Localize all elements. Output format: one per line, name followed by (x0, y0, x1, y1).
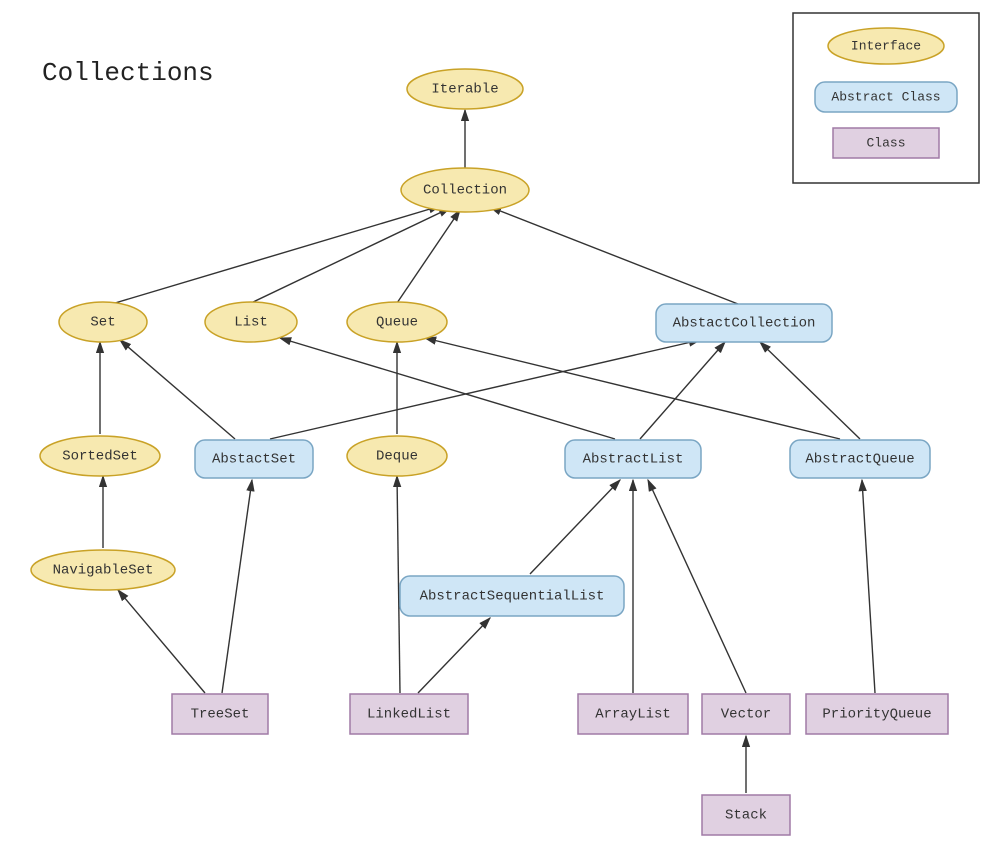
legend: Interface Abstract Class Class (793, 13, 979, 183)
node-linkedlist-label: LinkedList (367, 707, 451, 723)
edge-abstractlist-abstractcollection (640, 342, 725, 439)
node-arraylist-label: ArrayList (595, 707, 671, 723)
node-abstractcollection: AbstactCollection (656, 304, 832, 342)
legend-abstract-label: Abstract Class (831, 89, 940, 104)
legend-class-label: Class (866, 135, 905, 150)
node-navigableset-label: NavigableSet (53, 563, 154, 579)
legend-interface-label: Interface (851, 38, 921, 53)
node-abstractset: AbstactSet (195, 440, 313, 478)
node-priorityqueue: PriorityQueue (806, 694, 948, 734)
node-abstractqueue-label: AbstractQueue (805, 452, 914, 468)
node-navigableset: NavigableSet (31, 550, 175, 590)
diagram-title: Collections (42, 58, 214, 88)
node-stack-label: Stack (725, 808, 767, 824)
node-sortedset: SortedSet (40, 436, 160, 476)
edge-treeset-abstractset (222, 480, 252, 693)
node-queue-label: Queue (376, 315, 418, 331)
edge-vector-abstractlist (648, 480, 746, 693)
node-abstractsequentiallist: AbstractSequentialList (400, 576, 624, 616)
edge-queue-collection (397, 210, 460, 303)
node-list-label: List (234, 315, 268, 331)
legend-abstract: Abstract Class (815, 82, 957, 112)
node-abstractlist: AbstractList (565, 440, 701, 478)
node-abstractsequentiallist-label: AbstractSequentialList (420, 589, 605, 605)
node-arraylist: ArrayList (578, 694, 688, 734)
legend-interface: Interface (828, 28, 944, 64)
edge-set-collection (115, 206, 440, 303)
edge-treeset-navigableset (118, 590, 205, 693)
node-abstractqueue: AbstractQueue (790, 440, 930, 478)
node-linkedlist: LinkedList (350, 694, 468, 734)
node-set-label: Set (90, 315, 115, 331)
node-deque-label: Deque (376, 449, 418, 465)
node-abstractlist-label: AbstractList (583, 452, 684, 468)
node-iterable: Iterable (407, 69, 523, 109)
legend-class: Class (833, 128, 939, 158)
edge-priorityqueue-abstractqueue (862, 480, 875, 693)
node-set: Set (59, 302, 147, 342)
node-treeset-label: TreeSet (191, 707, 250, 723)
node-deque: Deque (347, 436, 447, 476)
edge-abstractsequentiallist-abstractlist (530, 480, 620, 574)
node-queue: Queue (347, 302, 447, 342)
collections-diagram: Collections Interface Abstract Class Cla… (0, 0, 994, 857)
node-priorityqueue-label: PriorityQueue (822, 707, 931, 723)
edge-abstractset-set (120, 340, 235, 439)
node-collection-label: Collection (423, 183, 507, 199)
edge-abstractlist-list (280, 338, 615, 439)
edge-linkedlist-abstractsequentiallist (418, 618, 490, 693)
edge-abstractcollection-collection (490, 207, 738, 304)
node-vector-label: Vector (721, 707, 771, 723)
node-abstractset-label: AbstactSet (212, 452, 296, 468)
node-list: List (205, 302, 297, 342)
node-abstractcollection-label: AbstactCollection (673, 316, 816, 332)
node-stack: Stack (702, 795, 790, 835)
edge-abstractqueue-abstractcollection (760, 342, 860, 439)
edge-list-collection (251, 208, 450, 303)
node-collection: Collection (401, 168, 529, 212)
node-sortedset-label: SortedSet (62, 449, 138, 465)
node-vector: Vector (702, 694, 790, 734)
node-iterable-label: Iterable (431, 82, 498, 98)
node-treeset: TreeSet (172, 694, 268, 734)
